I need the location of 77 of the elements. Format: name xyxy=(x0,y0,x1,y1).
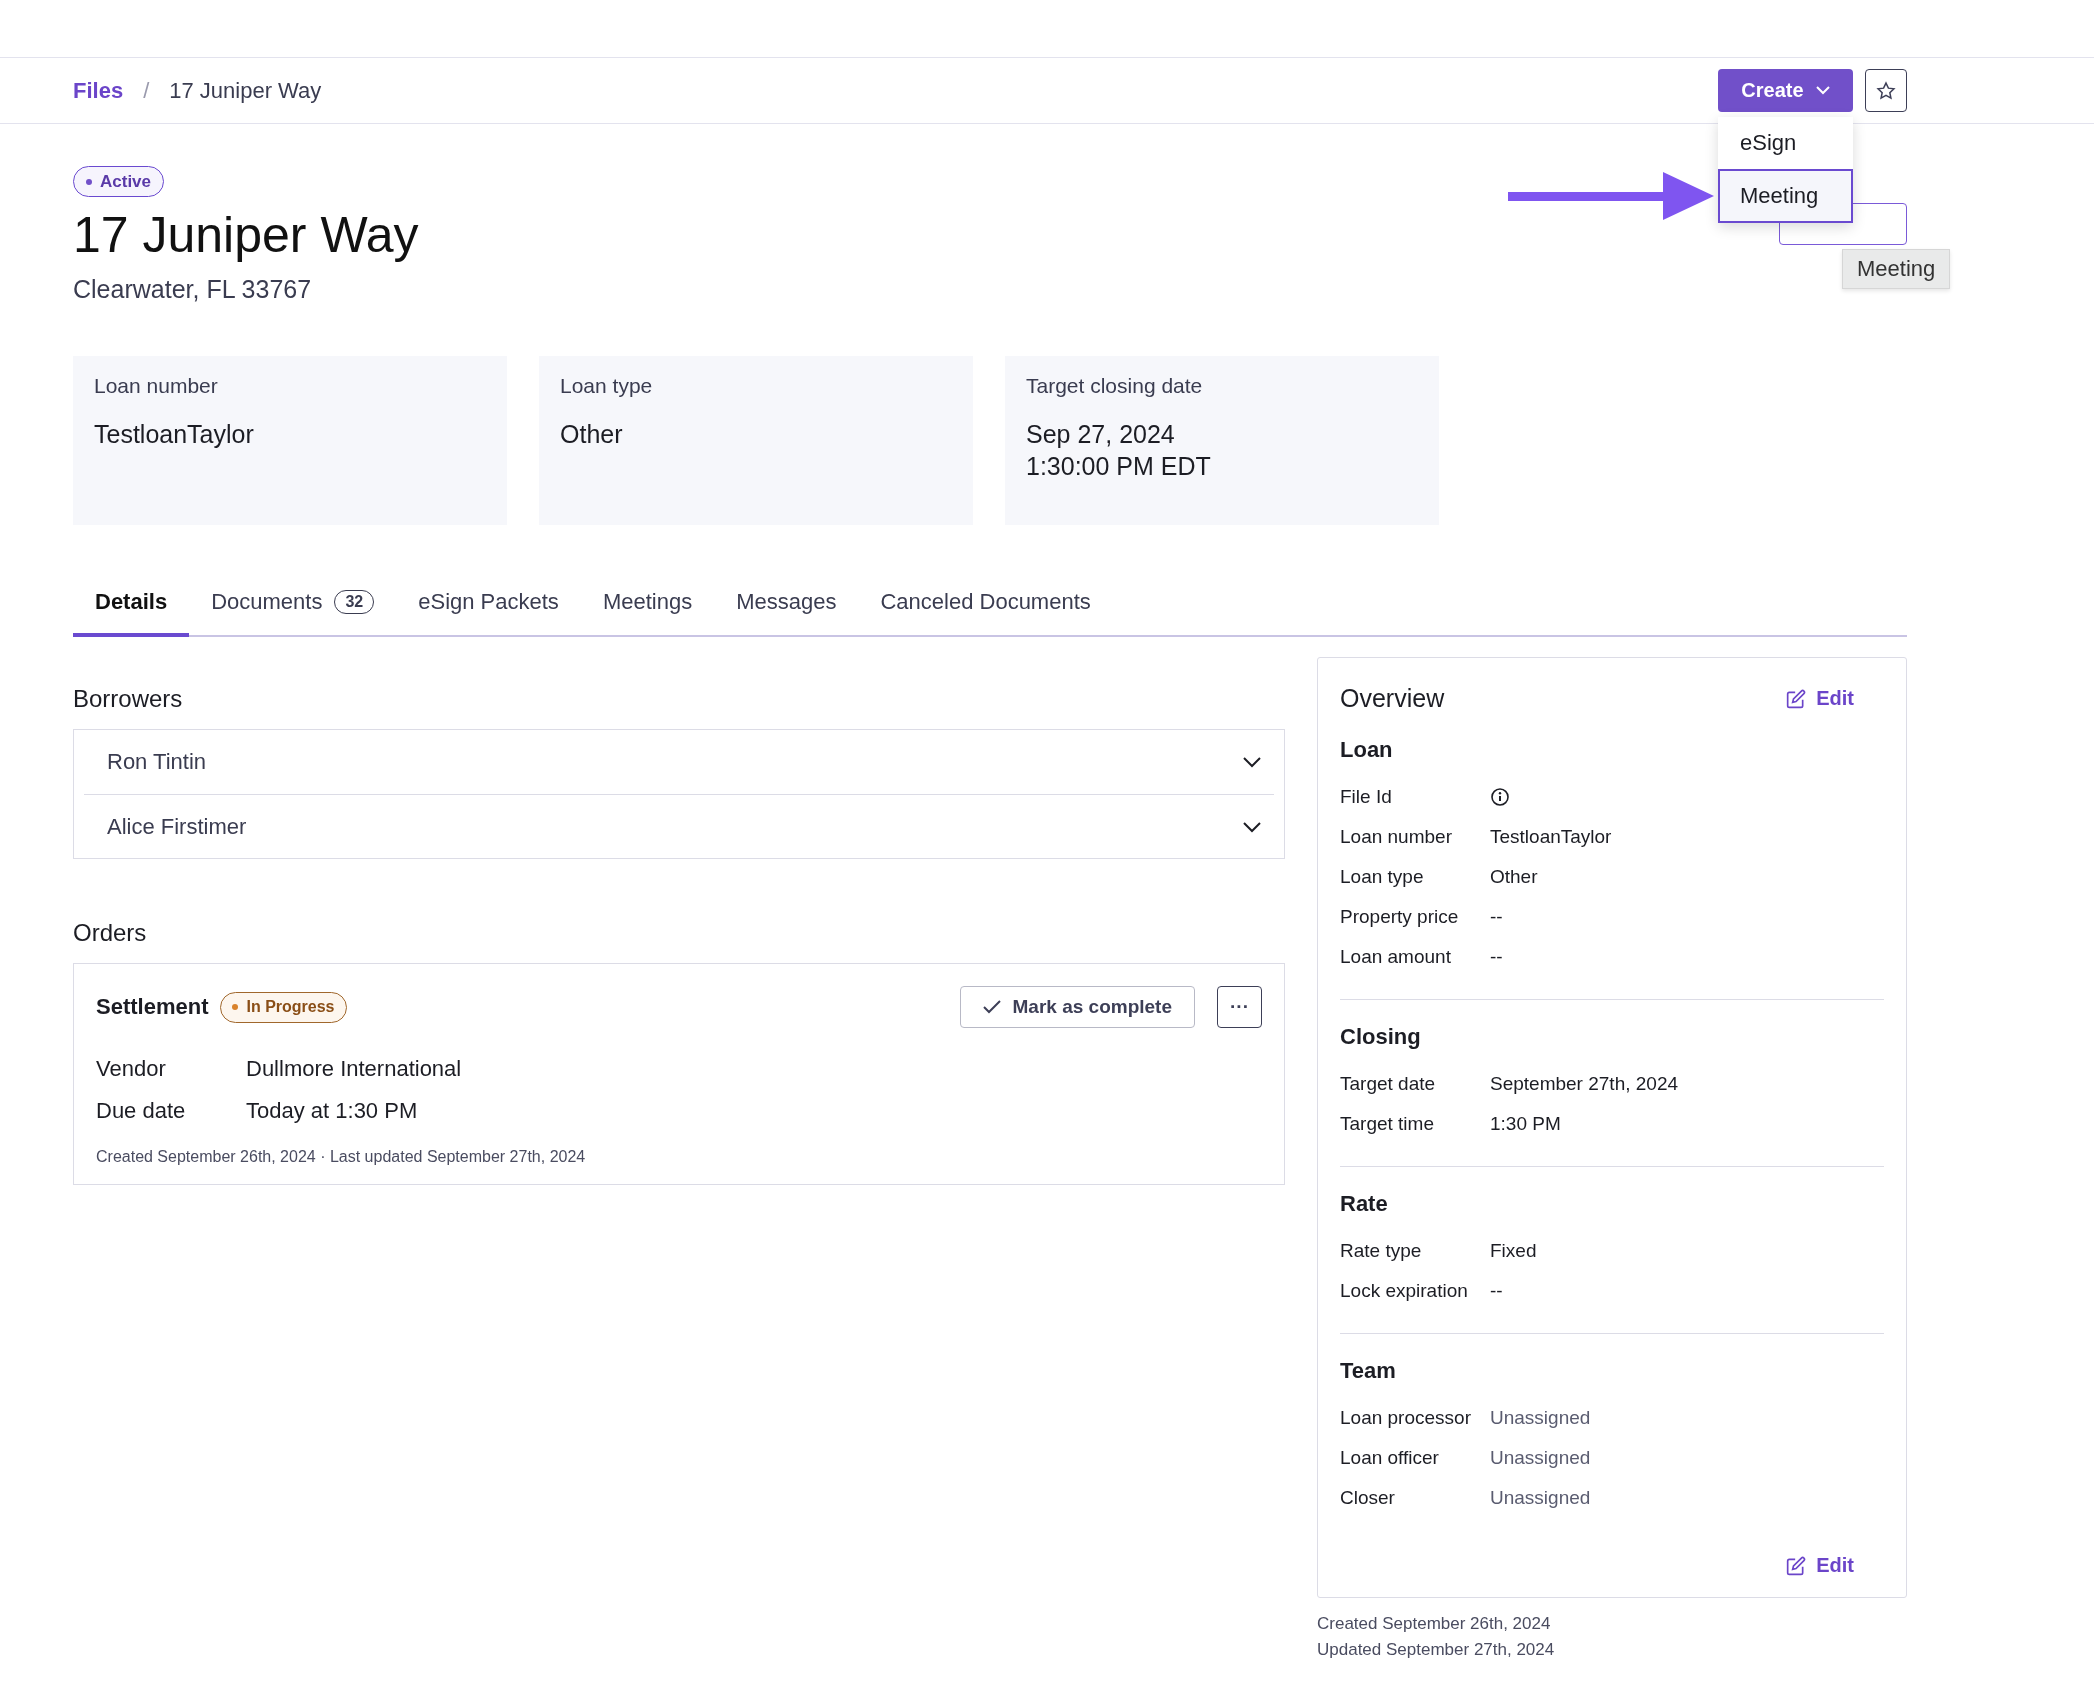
card-value: Other xyxy=(560,419,624,450)
row-label: Rate type xyxy=(1340,1240,1423,1262)
tab[interactable]: Canceled Documents xyxy=(858,577,1113,637)
tab[interactable]: Meetings xyxy=(580,577,715,637)
row-label: Loan amount xyxy=(1340,946,1452,968)
section-title: Closing xyxy=(1340,1024,1422,1050)
row-label: Loan processor xyxy=(1340,1407,1472,1429)
edit-link[interactable]: Edit xyxy=(1786,1554,1854,1577)
card-label: Loan number xyxy=(94,374,219,398)
check-icon xyxy=(982,1000,1001,1014)
menu-item[interactable]: eSign xyxy=(1718,117,1853,169)
tab[interactable]: Messages xyxy=(714,577,859,637)
edit-link[interactable]: Edit xyxy=(1786,687,1854,710)
borrower-name: Ron Tintin xyxy=(107,749,207,775)
row-label: Closer xyxy=(1340,1487,1396,1509)
field-label: Due date xyxy=(96,1098,187,1124)
row-value: TestloanTaylor xyxy=(1490,826,1613,848)
row-value: -- xyxy=(1490,906,1504,928)
chevron-icon xyxy=(1815,86,1830,95)
favorite-button[interactable] xyxy=(1865,69,1907,112)
row-value: 1:30 PM xyxy=(1490,1113,1562,1135)
row-label: Property price xyxy=(1340,906,1460,928)
card-value: 1:30:00 PM EDT xyxy=(1026,451,1212,482)
row-label: Loan number xyxy=(1340,826,1453,848)
row-value: Unassigned xyxy=(1490,1487,1592,1509)
timestamp-text: Updated September 27th, 2024 xyxy=(1317,1640,1556,1660)
row-label: Target time xyxy=(1340,1113,1435,1135)
menu-item[interactable]: Meeting xyxy=(1718,169,1853,223)
borrower-name: Alice Firstimer xyxy=(107,813,247,840)
page-title: 17 Juniper Way xyxy=(73,206,419,265)
edit-icon xyxy=(1786,688,1807,709)
star-icon xyxy=(1876,80,1896,101)
status-badge: In Progress xyxy=(220,991,347,1023)
tab[interactable]: Details xyxy=(73,577,190,637)
row-value: September 27th, 2024 xyxy=(1490,1073,1680,1095)
section-heading: Orders xyxy=(73,919,148,947)
field-label: Vendor xyxy=(96,1056,167,1082)
section-title: Loan xyxy=(1340,737,1394,763)
create-button[interactable]: Create xyxy=(1718,69,1853,112)
field-value: Today at 1:30 PM xyxy=(246,1098,419,1124)
row-label: Target date xyxy=(1340,1073,1437,1095)
panel-title: Overview xyxy=(1340,684,1445,713)
more-button[interactable]: ··· xyxy=(1217,986,1262,1028)
timestamp-text: Created September 26th, 2024 xyxy=(1317,1614,1552,1634)
tab[interactable]: eSign Packets xyxy=(396,577,581,637)
card-label: Target closing date xyxy=(1026,374,1204,398)
row-value: Fixed xyxy=(1490,1240,1538,1262)
row-value: Unassigned xyxy=(1490,1407,1592,1429)
info-icon xyxy=(1490,787,1510,807)
card-label: Loan type xyxy=(560,374,654,398)
breadcrumb-link[interactable]: Files xyxy=(73,77,124,104)
row-value: Unassigned xyxy=(1490,1447,1592,1469)
row-value: -- xyxy=(1490,1280,1504,1302)
section-title: Team xyxy=(1340,1358,1397,1384)
tooltip: Meeting xyxy=(1842,249,1951,289)
page-subtitle: Clearwater, FL 33767 xyxy=(73,275,313,304)
row-value: -- xyxy=(1490,946,1504,968)
row-label: Loan type xyxy=(1340,866,1425,888)
section-title: Rate xyxy=(1340,1191,1389,1217)
card-value: Sep 27, 2024 xyxy=(1026,419,1176,450)
order-meta: Created September 26th, 2024 · Last updated September 27th, 2024 xyxy=(96,1148,587,1166)
section-heading: Borrowers xyxy=(73,685,184,713)
breadcrumb-current: 17 Juniper Way xyxy=(169,77,322,104)
edit-icon xyxy=(1786,1555,1807,1576)
mark-complete-button[interactable]: Mark as complete xyxy=(959,986,1195,1028)
breadcrumb-separator: / xyxy=(143,77,150,104)
chevron-icon xyxy=(1242,820,1262,833)
row-label: File Id xyxy=(1340,786,1393,808)
row-value: Other xyxy=(1490,866,1539,888)
card-value: TestloanTaylor xyxy=(94,419,255,450)
chevron-icon xyxy=(1242,756,1262,768)
tab[interactable]: Documents 32 xyxy=(189,577,397,637)
status-badge: Active xyxy=(73,166,165,197)
field-value: Dullmore International xyxy=(246,1056,463,1082)
order-name: Settlement xyxy=(96,994,209,1020)
row-label: Lock expiration xyxy=(1340,1280,1469,1302)
row-label: Loan officer xyxy=(1340,1447,1440,1469)
